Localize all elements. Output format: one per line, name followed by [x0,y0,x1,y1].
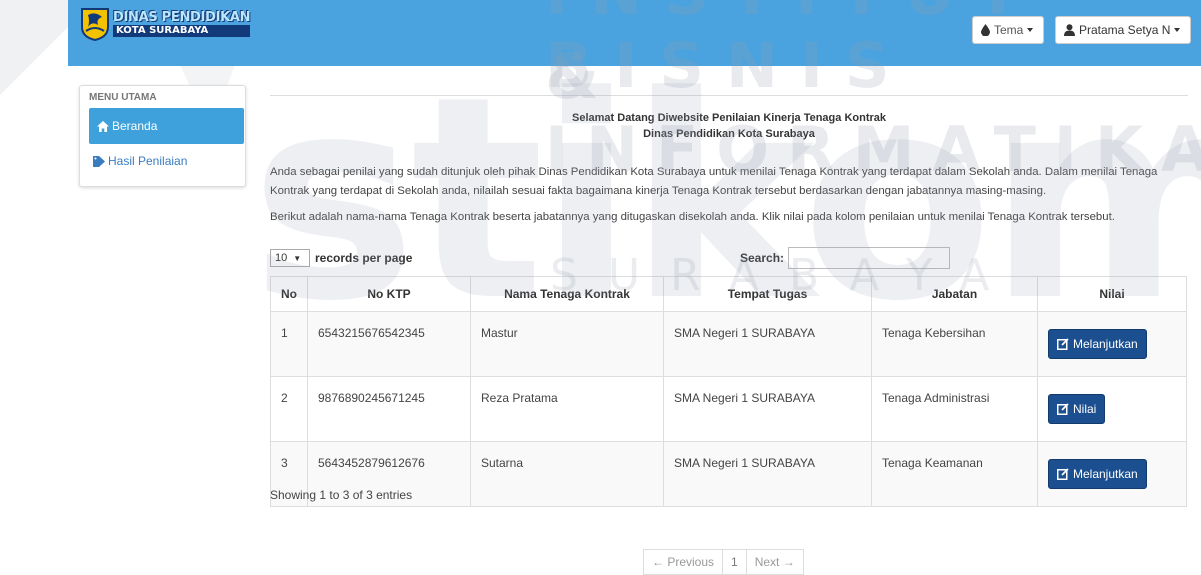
cell-nilai: Melanjutkan [1037,311,1187,377]
table-row: 2 9876890245671245 Reza Pratama SMA Nege… [270,376,1187,442]
table-search: Search: [740,247,951,269]
column-header-nama[interactable]: Nama Tenaga Kontrak [470,276,664,312]
edit-icon [1057,468,1069,480]
column-header-no[interactable]: No [270,276,308,312]
cell-nama: Mastur [470,311,664,377]
theme-dropdown-button[interactable]: Tema [972,16,1044,44]
user-dropdown-button[interactable]: Pratama Setya N [1055,16,1191,44]
city-emblem-icon [81,8,109,41]
records-per-page-select[interactable]: 10 ▼ [270,249,310,267]
chevron-down-icon [1027,28,1034,32]
edit-icon [1057,338,1069,350]
cell-no-ktp: 9876890245671245 [307,376,471,442]
cell-nama: Sutarna [470,441,664,507]
records-per-page-value: 10 [275,252,288,264]
column-header-jabatan[interactable]: Jabatan [871,276,1038,312]
cell-nama: Reza Pratama [470,376,664,442]
user-icon [1064,24,1075,36]
sidebar-item-hasil-penilaian[interactable]: Hasil Penilaian [89,148,244,174]
edit-icon [1057,403,1069,415]
table-row: 1 6543215676542345 Mastur SMA Negeri 1 S… [270,311,1187,377]
welcome-line-1: Selamat Datang Diwebsite Penilaian Kiner… [572,112,886,124]
sidebar-item-label: Hasil Penilaian [108,154,188,168]
melanjutkan-button[interactable]: Melanjutkan [1048,459,1147,489]
theme-label: Tema [994,23,1024,37]
action-label: Melanjutkan [1073,337,1138,351]
logo-subtitle: KOTA SURABAYA [113,25,251,37]
welcome-line-2: Dinas Pendidikan Kota Surabaya [643,128,815,140]
table-info-text: Showing 1 to 3 of 3 entries [270,488,413,502]
cell-tempat-tugas: SMA Negeri 1 SURABAYA [663,376,872,442]
menu-title: MENU UTAMA [89,92,157,103]
melanjutkan-button[interactable]: Melanjutkan [1048,329,1147,359]
chevron-down-icon [1174,28,1181,32]
search-label: Search: [740,251,785,265]
pagination: ← Previous 1 Next → [643,549,804,575]
logo-title: DINAS PENDIDIKAN [113,10,251,25]
column-header-tempat-tugas[interactable]: Tempat Tugas [663,276,872,312]
previous-page-button[interactable]: ← Previous [643,549,724,575]
dinas-pendidikan-logo[interactable]: DINAS PENDIDIKAN KOTA SURABAYA [80,6,251,42]
records-per-page: 10 ▼ records per page [270,249,412,267]
droplet-icon [981,24,990,36]
cell-tempat-tugas: SMA Negeri 1 SURABAYA [663,441,872,507]
instruction-paragraph: Berikut adalah nama-nama Tenaga Kontrak … [270,211,1115,223]
nilai-button[interactable]: Nilai [1048,394,1106,424]
action-label: Melanjutkan [1073,467,1138,481]
tenaga-kontrak-table: No No KTP Nama Tenaga Kontrak Tempat Tug… [270,276,1187,507]
cell-no: 2 [270,376,308,442]
cell-nilai: Nilai [1037,376,1187,442]
search-input[interactable] [788,247,951,269]
user-name-label: Pratama Setya N [1079,23,1171,37]
sidebar-item-label: Beranda [112,119,158,133]
column-header-nilai[interactable]: Nilai [1037,276,1187,312]
cell-jabatan: Tenaga Administrasi [871,376,1038,442]
next-page-button[interactable]: Next → [745,549,804,575]
action-label: Nilai [1073,402,1097,416]
top-navbar: DINAS PENDIDIKAN KOTA SURABAYA Tema Prat… [68,0,1201,66]
cell-tempat-tugas: SMA Negeri 1 SURABAYA [663,311,872,377]
cell-no: 1 [270,311,308,377]
table-header-row: No No KTP Nama Tenaga Kontrak Tempat Tug… [270,276,1187,312]
records-per-page-label: records per page [315,251,413,265]
welcome-heading: Selamat Datang Diwebsite Penilaian Kiner… [270,110,1188,142]
cell-no-ktp: 6543215676542345 [307,311,471,377]
home-icon [97,120,109,132]
sidebar-item-beranda[interactable]: Beranda [89,108,244,144]
current-page-button[interactable]: 1 [722,549,747,575]
sidebar-menu: MENU UTAMA Beranda Hasil Penilaian [79,85,246,187]
cell-jabatan: Tenaga Keamanan [871,441,1038,507]
cell-nilai: Melanjutkan [1037,441,1187,507]
content-divider [270,95,1188,96]
cell-jabatan: Tenaga Kebersihan [871,311,1038,377]
intro-paragraph: Anda sebagai penilai yang sudah ditunjuk… [270,166,1158,197]
tag-icon [93,155,105,167]
chevron-down-icon: ▼ [293,253,302,263]
column-header-no-ktp[interactable]: No KTP [307,276,471,312]
